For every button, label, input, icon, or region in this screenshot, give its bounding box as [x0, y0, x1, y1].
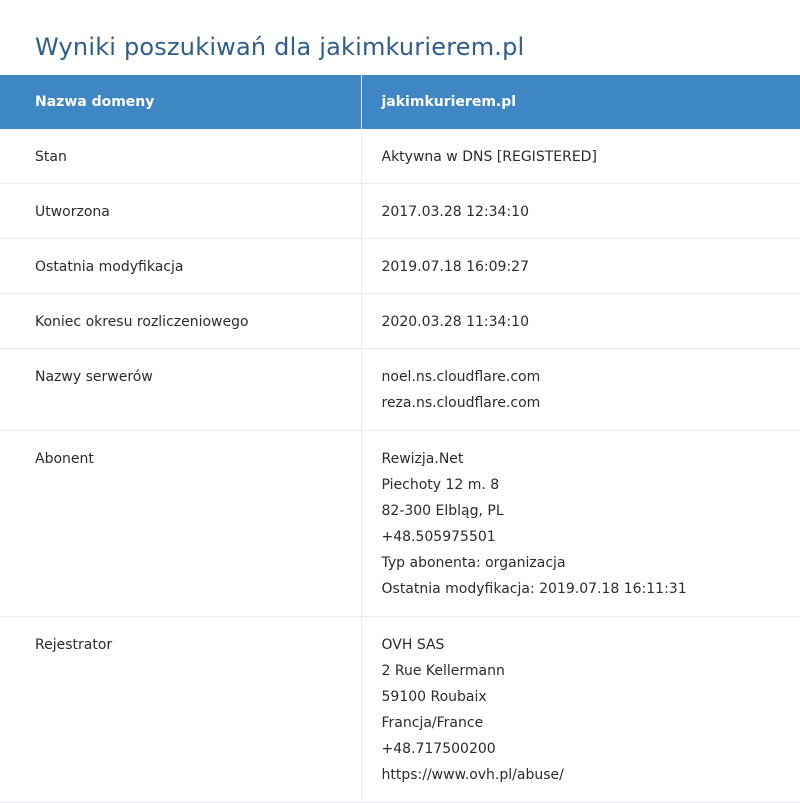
row-label: Rejestrator [0, 617, 361, 803]
value-line: 2017.03.28 12:34:10 [382, 199, 800, 225]
value-line: noel.ns.cloudflare.com [382, 364, 800, 390]
table-row-koniec-okresu: Koniec okresu rozliczeniowego 2020.03.28… [0, 294, 800, 349]
row-label: Ostatnia modyfikacja [0, 239, 361, 294]
whois-results-table: Nazwa domeny jakimkurierem.pl Stan Aktyw… [0, 75, 800, 803]
row-label: Nazwy serwerów [0, 349, 361, 431]
value-line: reza.ns.cloudflare.com [382, 390, 800, 416]
row-label: Stan [0, 129, 361, 184]
value-line: 2 Rue Kellermann [382, 658, 800, 684]
value-line: 82-300 Elbląg, PL [382, 498, 800, 524]
value-line: 2020.03.28 11:34:10 [382, 309, 800, 335]
row-value: Rewizja.Net Piechoty 12 m. 8 82-300 Elbl… [361, 431, 800, 617]
value-line: +48.505975501 [382, 524, 800, 550]
value-line: Ostatnia modyfikacja: 2019.07.18 16:11:3… [382, 576, 800, 602]
table-row-stan: Stan Aktywna w DNS [REGISTERED] [0, 129, 800, 184]
value-line: 2019.07.18 16:09:27 [382, 254, 800, 280]
value-line: Rewizja.Net [382, 446, 800, 472]
value-line: 59100 Roubaix [382, 684, 800, 710]
row-label: Koniec okresu rozliczeniowego [0, 294, 361, 349]
table-row-utworzona: Utworzona 2017.03.28 12:34:10 [0, 184, 800, 239]
row-label: Abonent [0, 431, 361, 617]
table-row-rejestrator: Rejestrator OVH SAS 2 Rue Kellermann 591… [0, 617, 800, 803]
table-row-abonent: Abonent Rewizja.Net Piechoty 12 m. 8 82-… [0, 431, 800, 617]
value-line: Francja/France [382, 710, 800, 736]
header-key-cell: Nazwa domeny [0, 75, 361, 129]
row-value: Aktywna w DNS [REGISTERED] [361, 129, 800, 184]
value-line: Aktywna w DNS [REGISTERED] [382, 144, 800, 170]
row-value: OVH SAS 2 Rue Kellermann 59100 Roubaix F… [361, 617, 800, 803]
value-line: Piechoty 12 m. 8 [382, 472, 800, 498]
row-value: 2020.03.28 11:34:10 [361, 294, 800, 349]
value-line: OVH SAS [382, 632, 800, 658]
header-domain-cell: jakimkurierem.pl [361, 75, 800, 129]
table-header-row: Nazwa domeny jakimkurierem.pl [0, 75, 800, 129]
table-row-ostatnia-modyfikacja: Ostatnia modyfikacja 2019.07.18 16:09:27 [0, 239, 800, 294]
page-title: Wyniki poszukiwań dla jakimkurierem.pl [0, 0, 800, 75]
table-row-nazwy-serwerow: Nazwy serwerów noel.ns.cloudflare.com re… [0, 349, 800, 431]
row-value: 2019.07.18 16:09:27 [361, 239, 800, 294]
value-line: Typ abonenta: organizacja [382, 550, 800, 576]
row-label: Utworzona [0, 184, 361, 239]
value-line: +48.717500200 [382, 736, 800, 762]
row-value: noel.ns.cloudflare.com reza.ns.cloudflar… [361, 349, 800, 431]
row-value: 2017.03.28 12:34:10 [361, 184, 800, 239]
abuse-link[interactable]: https://www.ovh.pl/abuse/ [382, 762, 800, 788]
